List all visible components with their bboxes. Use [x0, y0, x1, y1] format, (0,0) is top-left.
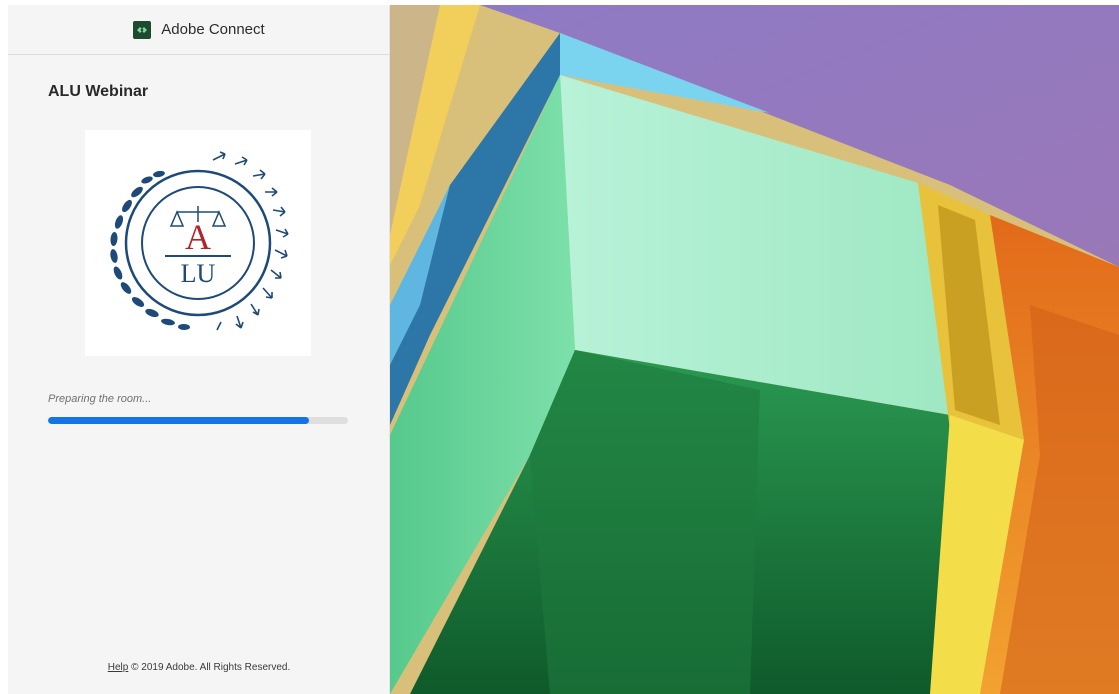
top-bar: Adobe Connect: [8, 5, 390, 55]
room-title: ALU Webinar: [48, 83, 149, 100]
progress-bar: [48, 417, 348, 424]
status-message: Preparing the room...: [48, 393, 152, 405]
help-link[interactable]: Help: [108, 662, 129, 673]
alu-logo: A LU: [85, 130, 311, 356]
left-panel: Adobe Connect ALU Webinar A LU Preparing…: [8, 5, 390, 694]
adobe-connect-icon: [133, 20, 152, 39]
logo-letter-a: A: [185, 217, 211, 257]
progress-fill: [48, 417, 309, 424]
logo-letters-lu: LU: [181, 259, 216, 288]
copyright-text: © 2019 Adobe. All Rights Reserved.: [131, 662, 291, 673]
app-title: Adobe Connect: [161, 21, 265, 38]
footer: Help © 2019 Adobe. All Rights Reserved.: [8, 662, 390, 673]
background-artwork: [390, 5, 1119, 694]
